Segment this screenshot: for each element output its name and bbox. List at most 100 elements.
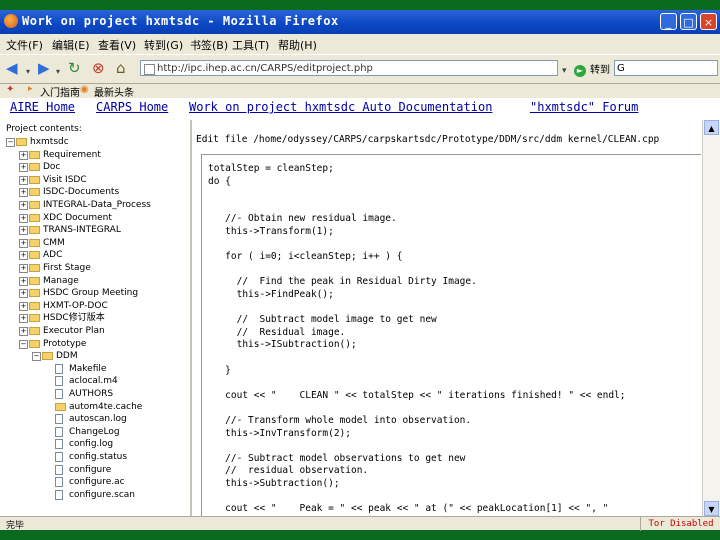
code-line: do { [208,175,231,187]
folder-icon [29,301,40,310]
expand-icon[interactable]: + [19,251,28,261]
tree-item-label: INTEGRAL-Data_Process [43,200,151,210]
folder-icon [29,238,40,247]
expand-icon[interactable]: + [19,201,28,210]
tree-item-label: Manage [43,275,79,286]
maximize-button[interactable]: □ [680,13,697,30]
collapse-icon[interactable]: − [6,138,15,147]
bookmark-getting-started[interactable]: 入门指南 [40,84,80,99]
code-line: // Find the peak in Residual Dirty Image… [208,276,477,288]
bookmark-1-icon: ✦ [6,84,15,95]
tree-item-label: Doc [43,162,61,173]
bookmarks-toolbar: ✦ ▸ 入门指南 ◉ 最新头条 [0,82,720,99]
code-line: this->FindPeak(); [208,289,334,300]
expand-icon[interactable]: + [19,213,28,223]
bookmark-latest-headlines[interactable]: 最新头条 [94,84,134,99]
tree-item-label: config.status [69,452,128,462]
menu-bar: 文件(F) 编辑(E) 查看(V) 转到(G) 书签(B) 工具(T) 帮助(H… [0,34,720,54]
expand-icon[interactable]: + [19,238,28,248]
home-icon[interactable]: ⌂ [116,60,126,76]
expand-icon[interactable]: + [19,175,28,185]
scroll-down-icon[interactable]: ▼ [704,501,719,516]
url-dropdown-icon[interactable]: ▾ [562,63,567,79]
expand-icon[interactable]: + [19,314,28,324]
tree-item-label: aclocal.m4 [69,376,118,387]
bookmark-dropdown-icon[interactable]: ▸ [28,84,33,94]
code-editor[interactable]: totalStep = cleanStep; do { //- Obtain ne… [201,154,701,516]
tree-item-label: Makefile [69,363,107,374]
page-icon [144,64,155,75]
folder-icon [29,289,40,298]
tree-item-label: HSDC修订版本 [43,313,105,324]
link-forum[interactable]: "hxmtsdc" Forum [530,100,638,114]
file-icon [55,376,63,387]
tree-item-label: config.log [69,439,114,450]
url-input[interactable]: http://ipc.ihep.ac.cn/CARPS/editproject.… [140,60,558,76]
menu-go[interactable]: 转到(G) [144,37,183,53]
status-text: 完毕 [6,521,25,531]
menu-file[interactable]: 文件(F) [6,37,43,53]
menu-view[interactable]: 查看(V) [98,37,136,53]
close-button[interactable]: × [700,13,717,30]
status-bar: 完毕 Tor Disabled [0,516,720,531]
tree-item-label: Executor Plan [43,326,105,336]
collapse-icon[interactable]: − [32,352,41,362]
folder-icon [42,352,53,361]
tree-item-label: configure [69,464,112,475]
code-line: this->Subtraction(); [208,478,340,489]
file-icon [55,464,63,475]
expand-icon[interactable]: + [19,289,28,299]
search-input[interactable]: G [614,60,718,76]
browser-window: Work on project hxmtsdc - Mozilla Firefo… [0,10,720,531]
collapse-icon[interactable]: − [19,339,28,349]
forward-dropdown-icon[interactable]: ▾ [56,64,60,80]
back-icon[interactable]: ◀ [6,60,18,76]
expand-icon[interactable]: + [19,276,28,286]
tree-header: Project contents: [6,124,82,134]
vertical-scrollbar[interactable]: ▲ ▼ [702,120,720,516]
forward-icon[interactable]: ▶ [38,60,50,76]
expand-icon[interactable]: + [19,327,28,336]
expand-icon[interactable]: + [19,188,28,198]
minimize-button[interactable]: _ [660,13,677,30]
code-line: // residual observation. [208,465,369,477]
folder-icon [29,163,40,172]
link-aire-home[interactable]: AIRE Home [10,100,75,114]
expand-icon[interactable]: + [19,301,28,311]
code-line: this->InvTransform(2); [208,427,351,439]
project-tree-pane: Project contents: − hxmtsdc + Requirement + D… [0,120,184,516]
file-icon [55,414,63,425]
tree-item-label: First Stage [43,263,91,273]
link-carps-home[interactable]: CARPS Home [96,100,168,114]
scroll-up-icon[interactable]: ▲ [704,120,719,135]
menu-bookmarks[interactable]: 书签(B) [190,37,228,53]
reload-icon[interactable]: ↻ [68,60,81,76]
expand-icon[interactable]: + [19,264,28,273]
link-project-autodoc[interactable]: Work on project hxmtsdc Auto Documentati… [189,100,492,114]
expand-icon[interactable]: + [19,226,28,236]
folder-icon [29,175,40,184]
code-line: this->Transform(1); [208,226,334,237]
page-content: AIRE Home CARPS Home Work on project hxm… [0,98,720,516]
search-text: G [617,63,625,74]
folder-icon [29,339,40,348]
edit-file-title: Edit file /home/odyssey/CARPS/carpskarts… [196,134,660,145]
code-line: totalStep = cleanStep; [208,163,334,174]
menu-edit[interactable]: 编辑(E) [52,37,90,53]
tree-item-label: ISDC-Documents [43,187,120,198]
folder-icon [29,188,40,197]
menu-tools[interactable]: 工具(T) [232,37,269,53]
tree-item-label: AUTHORS [69,389,114,399]
folder-icon [55,402,66,411]
folder-icon [29,213,40,222]
pane-divider[interactable] [190,120,192,516]
folder-icon [16,138,27,146]
expand-icon[interactable]: + [19,163,28,173]
stop-icon[interactable]: ⊗ [92,60,105,76]
go-button[interactable]: ► 转到 [574,61,610,77]
tor-status[interactable]: Tor Disabled [640,517,720,531]
expand-icon[interactable]: + [19,150,28,160]
back-dropdown-icon[interactable]: ▾ [26,64,30,80]
code-line: // Residual image. [208,326,346,338]
menu-help[interactable]: 帮助(H) [278,37,317,53]
